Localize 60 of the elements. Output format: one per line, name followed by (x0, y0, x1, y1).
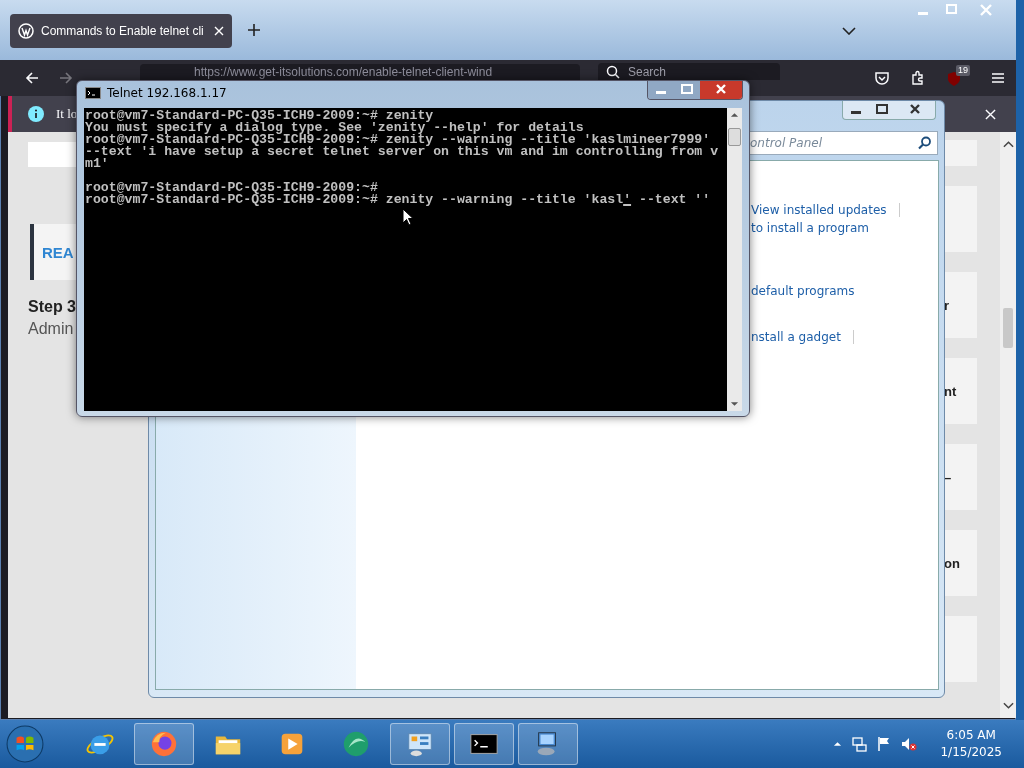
search-icon (918, 136, 932, 150)
task-link[interactable]: nstall a gadget (751, 330, 854, 344)
firefox-icon (149, 729, 179, 759)
scrollbar[interactable] (1000, 132, 1016, 718)
scroll-thumb[interactable] (1003, 308, 1013, 348)
window-title: Telnet 192.168.1.17 (107, 86, 227, 100)
search-field[interactable]: ontrol Panel (748, 131, 938, 155)
scroll-thumb[interactable] (728, 128, 741, 146)
count-badge: 19 (956, 65, 970, 76)
console-line: --text 'i have setup a secret telnet server on this vm and im controlling from v (85, 146, 720, 158)
chevron-down-icon[interactable] (842, 27, 856, 35)
scroll-down-icon[interactable] (730, 401, 739, 407)
step-heading: Step 3 (28, 298, 76, 316)
taskbar-button[interactable] (518, 723, 578, 765)
scroll-up-icon[interactable] (730, 112, 739, 118)
card-title: on (944, 555, 960, 571)
start-button[interactable] (6, 725, 44, 763)
wordpress-icon (18, 23, 34, 39)
scroll-up-icon[interactable] (1002, 140, 1014, 148)
console-line: m1' (85, 158, 110, 170)
task-link[interactable]: to install a program (751, 221, 869, 235)
show-hidden-icons-icon[interactable] (833, 741, 843, 747)
clock-date[interactable]: 1/15/2025 (940, 744, 1002, 761)
sidebar-card (944, 186, 977, 252)
back-icon[interactable] (24, 70, 40, 86)
shield-icon[interactable] (946, 71, 962, 87)
network-icon[interactable] (851, 736, 868, 752)
sidebar-card (944, 140, 977, 166)
puzzle-icon[interactable] (910, 70, 926, 86)
console-line: root@vm7-Standard-PC-Q35-ICH9-2009:~# zenity --warning --title 'kasl' --text '' (85, 194, 712, 206)
task-link[interactable]: default programs (751, 284, 855, 298)
card-title: nt (944, 383, 957, 399)
forward-icon[interactable] (58, 70, 74, 86)
console-line: root@vm7-Standard-PC-Q35-ICH9-2009:~# zenity --warning --title 'kaslmineer7999' (85, 134, 712, 146)
close-icon[interactable] (700, 81, 742, 99)
task-link[interactable]: View installed updates (751, 203, 900, 217)
console-line: root@vm7-Standard-PC-Q35-ICH9-2009:~# (85, 182, 379, 194)
mouse-pointer-icon (402, 208, 414, 226)
clock-time[interactable]: 6:05 AM (946, 727, 996, 744)
card-title: r (944, 297, 950, 313)
speaker-muted-icon[interactable] (901, 736, 918, 752)
taskbar-button[interactable] (454, 723, 514, 765)
console-line: root@vm7-Standard-PC-Q35-ICH9-2009:~# zenity (85, 110, 435, 122)
console-icon (85, 87, 101, 99)
sidebar-card (944, 616, 977, 682)
pocket-icon[interactable] (874, 70, 890, 86)
close-icon[interactable] (214, 26, 224, 36)
console-line: You must specify a dialog type. See 'zenity --help' for details (85, 122, 585, 134)
browser-tab[interactable]: Commands to Enable telnet cli (10, 14, 232, 48)
info-icon (28, 106, 44, 122)
callout-text: REA (42, 243, 74, 261)
swirl-icon (341, 729, 371, 759)
new-tab-icon[interactable] (247, 23, 261, 37)
scroll-down-icon[interactable] (1002, 702, 1014, 710)
address-bar[interactable]: https://www.get-itsolutions.com/enable-telnet-client-wind (140, 64, 580, 80)
close-icon[interactable] (985, 108, 996, 120)
paragraph-text: Admin (28, 320, 74, 338)
menu-icon[interactable] (990, 70, 1006, 86)
search-field[interactable]: Search (598, 63, 780, 80)
scrollbar[interactable] (727, 108, 742, 411)
